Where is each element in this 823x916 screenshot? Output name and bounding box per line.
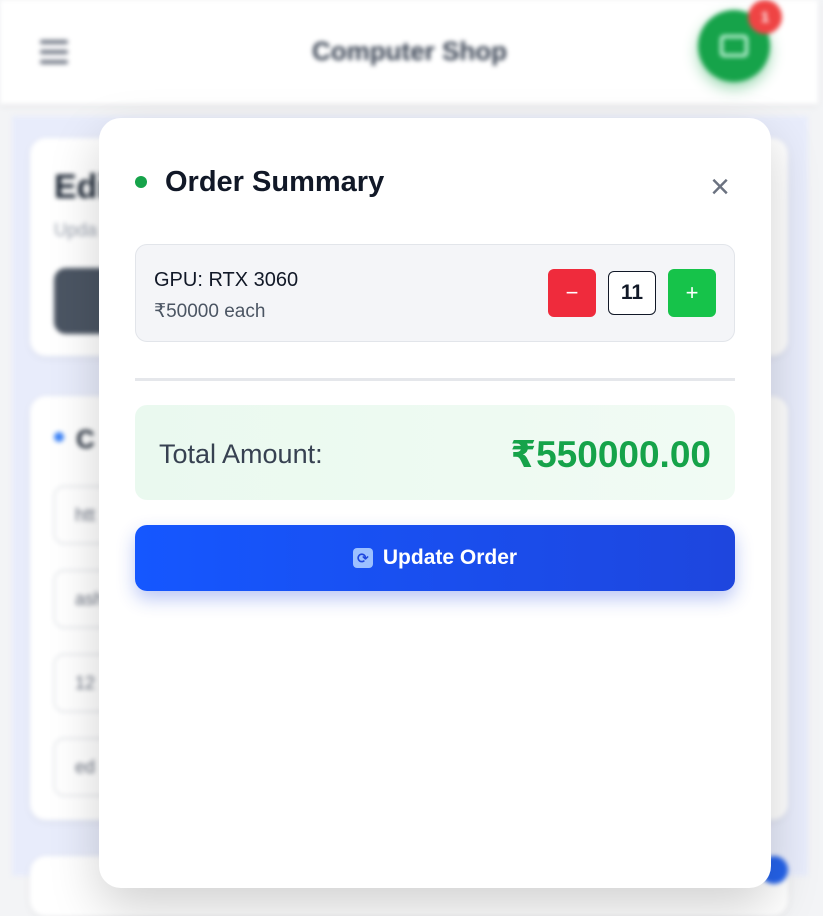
item-name: GPU: RTX 3060: [154, 269, 299, 291]
update-order-label: Update Order: [382, 546, 518, 569]
refresh-icon: ⟳: [352, 548, 373, 568]
decrease-quantity-button[interactable]: −: [548, 269, 596, 317]
section-dot-icon: [54, 432, 64, 442]
cart-count-badge: 1: [748, 0, 782, 34]
status-dot-icon: [135, 176, 147, 188]
item-unit-price: ₹50000 each: [154, 301, 266, 322]
total-amount: ₹550000.00: [510, 434, 711, 475]
quantity-value[interactable]: 11: [608, 271, 656, 315]
top-navbar: Computer Shop: [0, 0, 818, 104]
order-item: GPU: RTX 3060 ₹50000 each − 11 +: [135, 244, 735, 342]
divider: [135, 378, 735, 381]
close-icon[interactable]: ×: [703, 170, 737, 204]
cart-icon: [720, 35, 748, 57]
update-order-button[interactable]: ⟳ Update Order: [135, 525, 735, 591]
edit-card-subtitle: Upda: [54, 220, 98, 240]
total-summary: Total Amount: ₹550000.00: [135, 405, 735, 500]
total-label: Total Amount:: [159, 439, 323, 469]
brand-title: Computer Shop: [312, 36, 507, 66]
increase-quantity-button[interactable]: +: [668, 269, 716, 317]
modal-title: Order Summary: [165, 166, 385, 198]
hamburger-menu-icon[interactable]: [40, 40, 68, 64]
customer-card-title: C: [76, 424, 95, 454]
order-summary-modal: Order Summary × GPU: RTX 3060 ₹50000 eac…: [99, 118, 771, 888]
